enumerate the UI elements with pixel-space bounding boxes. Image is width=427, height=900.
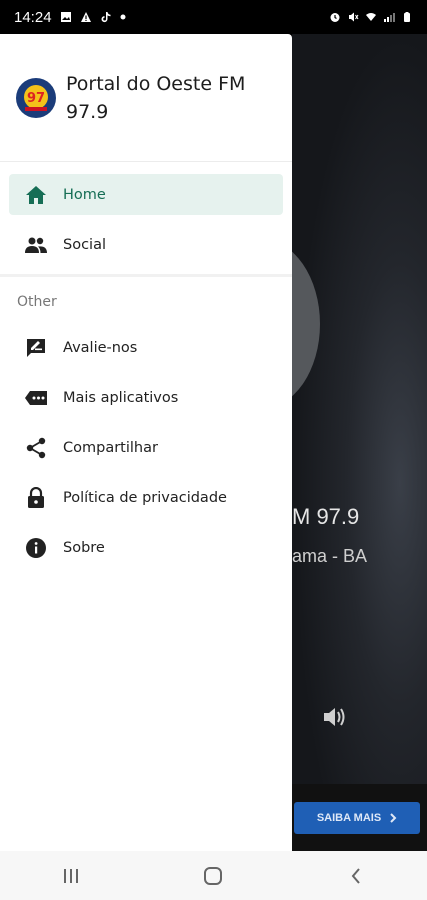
- station-name: M 97.9: [292, 504, 360, 529]
- nav-item-politica-de-privacidade[interactable]: Política de privacidade: [9, 473, 283, 523]
- navigation-drawer: 97 Portal do Oeste FM 97.9 Home Social O…: [0, 34, 292, 851]
- other-item-label: Avalie-nos: [63, 340, 138, 356]
- home-icon: [23, 182, 49, 208]
- chevron-right-icon: [390, 813, 397, 823]
- volume-icon[interactable]: [322, 706, 348, 728]
- app-logo: 97: [16, 77, 56, 118]
- other-item-label: Sobre: [63, 540, 105, 556]
- gallery-icon: [60, 12, 71, 22]
- share-icon: [23, 435, 49, 461]
- banner-bar: SAIBA MAIS: [292, 784, 427, 851]
- nav-item-sobre[interactable]: Sobre: [9, 523, 283, 573]
- nav-item-compartilhar[interactable]: Compartilhar: [9, 423, 283, 473]
- svg-text:97: 97: [27, 91, 45, 106]
- nav-item-mais-aplicativos[interactable]: Mais aplicativos: [9, 373, 283, 423]
- saiba-mais-label: SAIBA MAIS: [316, 812, 382, 824]
- nav-item-home[interactable]: Home: [9, 174, 283, 215]
- album-art: [292, 239, 320, 409]
- nav-item-avalie-nos[interactable]: Avalie-nos: [9, 323, 283, 373]
- station-logo-icon: 97: [17, 78, 55, 117]
- back-button[interactable]: [326, 856, 386, 896]
- status-bar: 14:24: [0, 0, 427, 34]
- other-item-label: Política de privacidade: [63, 490, 227, 506]
- signal-icon: [384, 13, 395, 22]
- tiktok-icon: [101, 12, 111, 23]
- lock-icon: [23, 485, 49, 511]
- primary-nav: Home Social: [0, 162, 292, 265]
- people-icon: [23, 232, 49, 258]
- recents-button[interactable]: [41, 856, 101, 896]
- warning-icon: [80, 12, 91, 22]
- nav-item-label: Home: [63, 186, 106, 203]
- more-apps-icon: [23, 385, 49, 411]
- alarm-icon: [330, 13, 340, 22]
- mute-icon: [349, 12, 359, 22]
- nav-item-label: Social: [63, 236, 106, 253]
- battery-icon: [404, 12, 410, 22]
- home-circle-icon: [204, 866, 223, 885]
- other-nav: Avalie-nos Mais aplicativos Compartilhar…: [0, 323, 292, 573]
- recents-icon: [64, 868, 79, 883]
- rate-review-icon: [23, 335, 49, 361]
- other-item-label: Mais aplicativos: [63, 390, 179, 406]
- nav-item-social[interactable]: Social: [9, 224, 283, 265]
- system-navigation-bar: [0, 851, 427, 900]
- notification-dot-icon: [120, 14, 126, 20]
- drawer-title: Portal do Oeste FM 97.9: [66, 72, 246, 123]
- home-button[interactable]: [183, 856, 243, 896]
- wifi-icon: [366, 13, 376, 21]
- station-location: ama - BA: [292, 546, 368, 566]
- saiba-mais-button[interactable]: SAIBA MAIS: [294, 802, 420, 834]
- status-time: 14:24: [14, 8, 52, 26]
- other-item-label: Compartilhar: [63, 440, 158, 456]
- info-icon: [23, 535, 49, 561]
- section-label-other: Other: [17, 294, 57, 310]
- player-background: M 97.9 ama - BA SAIBA MAIS: [292, 34, 427, 851]
- drawer-header: 97 Portal do Oeste FM 97.9: [0, 34, 292, 162]
- back-icon: [351, 867, 360, 884]
